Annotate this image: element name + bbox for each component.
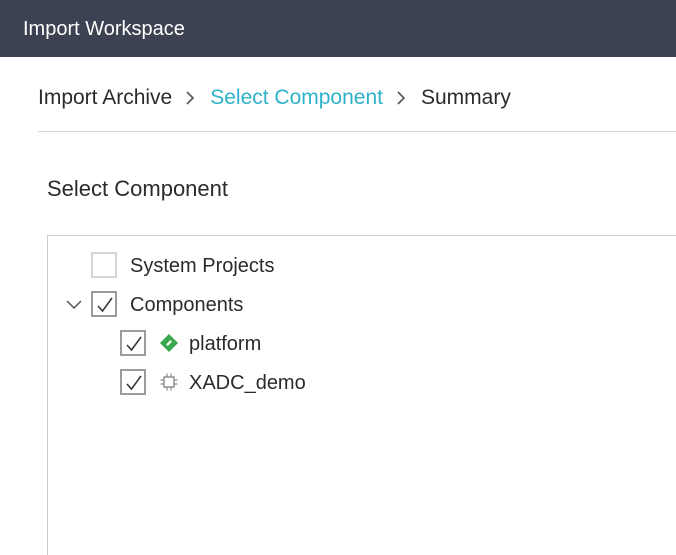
checkbox-system-projects[interactable] <box>91 252 117 278</box>
checkbox-components[interactable] <box>91 291 117 317</box>
wizard-steps: Import Archive Select Component Summary <box>38 84 511 112</box>
tree-label-platform[interactable]: platform <box>189 332 261 356</box>
step-import-archive[interactable]: Import Archive <box>38 86 172 110</box>
tree-label-system-projects[interactable]: System Projects <box>130 254 274 278</box>
checkmark-icon <box>126 336 142 352</box>
chevron-right-icon <box>397 91 406 105</box>
tree-label-xadc-demo[interactable]: XADC_demo <box>189 371 306 395</box>
section-title: Select Component <box>47 176 228 201</box>
step-select-component[interactable]: Select Component <box>210 86 383 110</box>
chip-icon <box>160 373 178 391</box>
chevron-down-icon[interactable] <box>66 300 82 310</box>
platform-icon <box>160 334 178 352</box>
divider <box>38 131 676 132</box>
component-tree: System Projects Components platform XADC… <box>47 235 676 555</box>
checkmark-icon <box>126 375 142 391</box>
step-summary[interactable]: Summary <box>421 86 511 110</box>
checkmark-icon <box>97 297 113 313</box>
checkbox-xadc-demo[interactable] <box>120 369 146 395</box>
tree-label-components[interactable]: Components <box>130 293 243 317</box>
checkbox-platform[interactable] <box>120 330 146 356</box>
window-title: Import Workspace <box>23 18 185 40</box>
title-bar: Import Workspace <box>0 0 676 57</box>
chevron-right-icon <box>186 91 195 105</box>
